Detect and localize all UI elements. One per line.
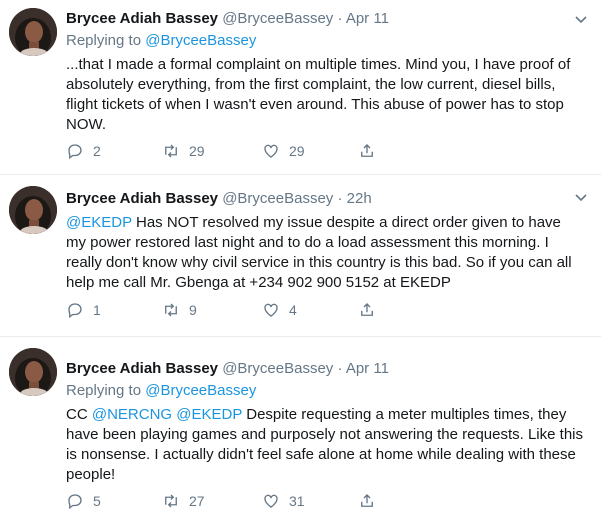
retweet-icon [165,144,177,158]
divider [0,336,601,337]
timestamp[interactable]: 22h [347,190,372,207]
tweet[interactable]: Brycee Adiah Bassey @BryceeBassey · 22h … [0,178,601,338]
share-button[interactable] [358,300,385,320]
replying-to-handle[interactable]: @BryceeBassey [145,382,256,399]
heart-icon [264,144,278,158]
like-count: 4 [289,302,297,318]
mention-link[interactable]: @NERCNG [92,406,172,423]
user-handle[interactable]: @BryceeBassey [222,10,333,27]
tweet[interactable]: Brycee Adiah Bassey @BryceeBassey · Apr … [0,340,601,515]
like-count: 31 [289,493,305,509]
tweet-text-segment: Has NOT resolved my issue despite a dire… [66,214,572,291]
like-button[interactable]: 4 [262,300,297,320]
separator-dot: · [337,10,343,27]
share-icon [361,303,373,316]
display-name[interactable]: Brycee Adiah Bassey [66,360,218,377]
display-name[interactable]: Brycee Adiah Bassey [66,190,218,207]
tweet-actions: 2 29 29 [66,141,486,161]
timestamp[interactable]: Apr 11 [346,360,389,377]
separator-dot: · [337,360,343,377]
replying-to-label: Replying to [66,32,146,49]
tweet-text: @EKEDP Has NOT resolved my issue despite… [66,213,585,293]
retweet-icon [165,494,177,508]
tweet-header: Brycee Adiah Bassey @BryceeBassey · Apr … [66,9,585,31]
replying-to: Replying to @BryceeBassey [66,381,585,403]
tweet-text-segment: CC [66,406,92,423]
replying-to: Replying to @BryceeBassey [66,31,585,53]
share-button[interactable] [358,491,385,511]
reply-count: 2 [93,143,101,159]
user-handle[interactable]: @BryceeBassey [222,190,333,207]
user-handle[interactable]: @BryceeBassey [222,360,333,377]
mention-link[interactable]: @EKEDP [66,214,132,231]
share-button[interactable] [358,141,385,161]
separator-dot: · [337,190,343,207]
retweet-icon [165,303,177,317]
tweet-header: Brycee Adiah Bassey @BryceeBassey · 22h [66,189,585,211]
like-button[interactable]: 29 [262,141,305,161]
reply-button[interactable]: 5 [66,491,101,511]
share-icon [361,494,373,507]
retweet-count: 27 [189,493,205,509]
retweet-button[interactable]: 27 [162,491,205,511]
chevron-down-icon[interactable] [573,14,589,26]
retweet-button[interactable]: 9 [162,300,197,320]
avatar[interactable] [9,348,57,396]
tweet[interactable]: Brycee Adiah Bassey @BryceeBassey · Apr … [0,0,601,165]
display-name[interactable]: Brycee Adiah Bassey [66,10,218,27]
mention-link[interactable]: @EKEDP [176,406,242,423]
tweet-text: CC @NERCNG @EKEDP Despite requesting a m… [66,405,585,485]
tweet-text-segment: ...that I made a formal complaint on mul… [66,56,571,133]
tweet-actions: 1 9 4 [66,300,486,320]
heart-icon [264,303,278,317]
reply-count: 5 [93,493,101,509]
share-icon [361,144,373,157]
like-count: 29 [289,143,305,159]
reply-button[interactable]: 1 [66,300,101,320]
retweet-count: 29 [189,143,205,159]
reply-icon [68,144,82,160]
reply-icon [68,303,82,319]
replying-to-label: Replying to [66,382,146,399]
retweet-count: 9 [189,302,197,318]
heart-icon [264,494,278,508]
tweet-header: Brycee Adiah Bassey @BryceeBassey · Apr … [66,359,585,381]
tweet-actions: 5 27 31 [66,491,486,511]
tweet-text: ...that I made a formal complaint on mul… [66,55,585,135]
timestamp[interactable]: Apr 11 [346,10,389,27]
replying-to-handle[interactable]: @BryceeBassey [145,32,256,49]
chevron-down-icon[interactable] [573,192,589,204]
reply-button[interactable]: 2 [66,141,101,161]
avatar[interactable] [9,8,57,56]
divider [0,174,601,175]
like-button[interactable]: 31 [262,491,305,511]
reply-icon [68,494,82,510]
reply-count: 1 [93,302,101,318]
retweet-button[interactable]: 29 [162,141,205,161]
avatar[interactable] [9,186,57,234]
